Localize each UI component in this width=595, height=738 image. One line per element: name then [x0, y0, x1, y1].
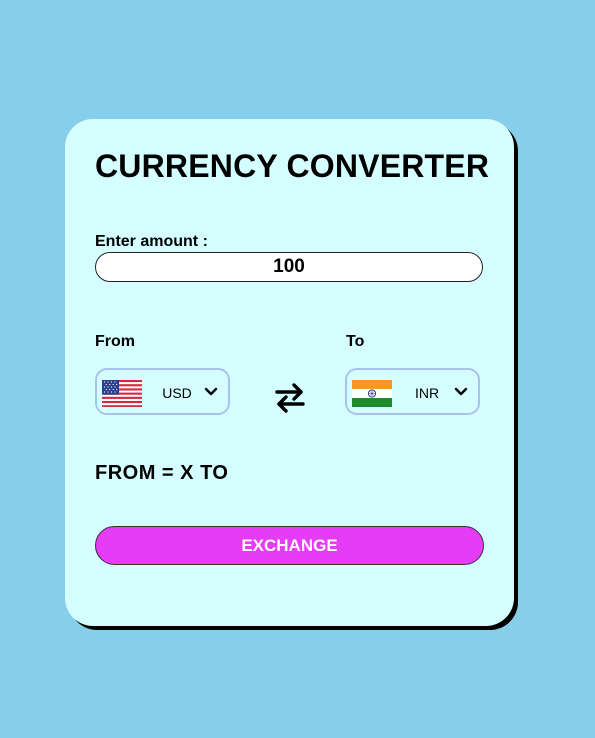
- to-label: To: [346, 333, 365, 350]
- to-currency-select[interactable]: INR: [345, 368, 480, 415]
- amount-label: Enter amount :: [95, 233, 208, 250]
- india-flag-icon: [352, 380, 392, 407]
- from-label: From: [95, 333, 135, 350]
- chevron-down-icon: [454, 387, 468, 396]
- to-currency-code: INR: [414, 385, 440, 401]
- conversion-result: FROM = X TO: [95, 462, 229, 484]
- us-flag-icon: [102, 380, 142, 407]
- from-currency-select[interactable]: USD: [95, 368, 230, 415]
- swap-arrows-icon[interactable]: [274, 383, 306, 413]
- chevron-down-icon: [204, 387, 218, 396]
- from-currency-code: USD: [162, 385, 192, 401]
- converter-card: CURRENCY CONVERTER Enter amount : From T…: [65, 119, 514, 626]
- amount-input[interactable]: [95, 252, 483, 282]
- exchange-button[interactable]: EXCHANGE: [95, 526, 484, 565]
- page-title: CURRENCY CONVERTER: [95, 148, 490, 184]
